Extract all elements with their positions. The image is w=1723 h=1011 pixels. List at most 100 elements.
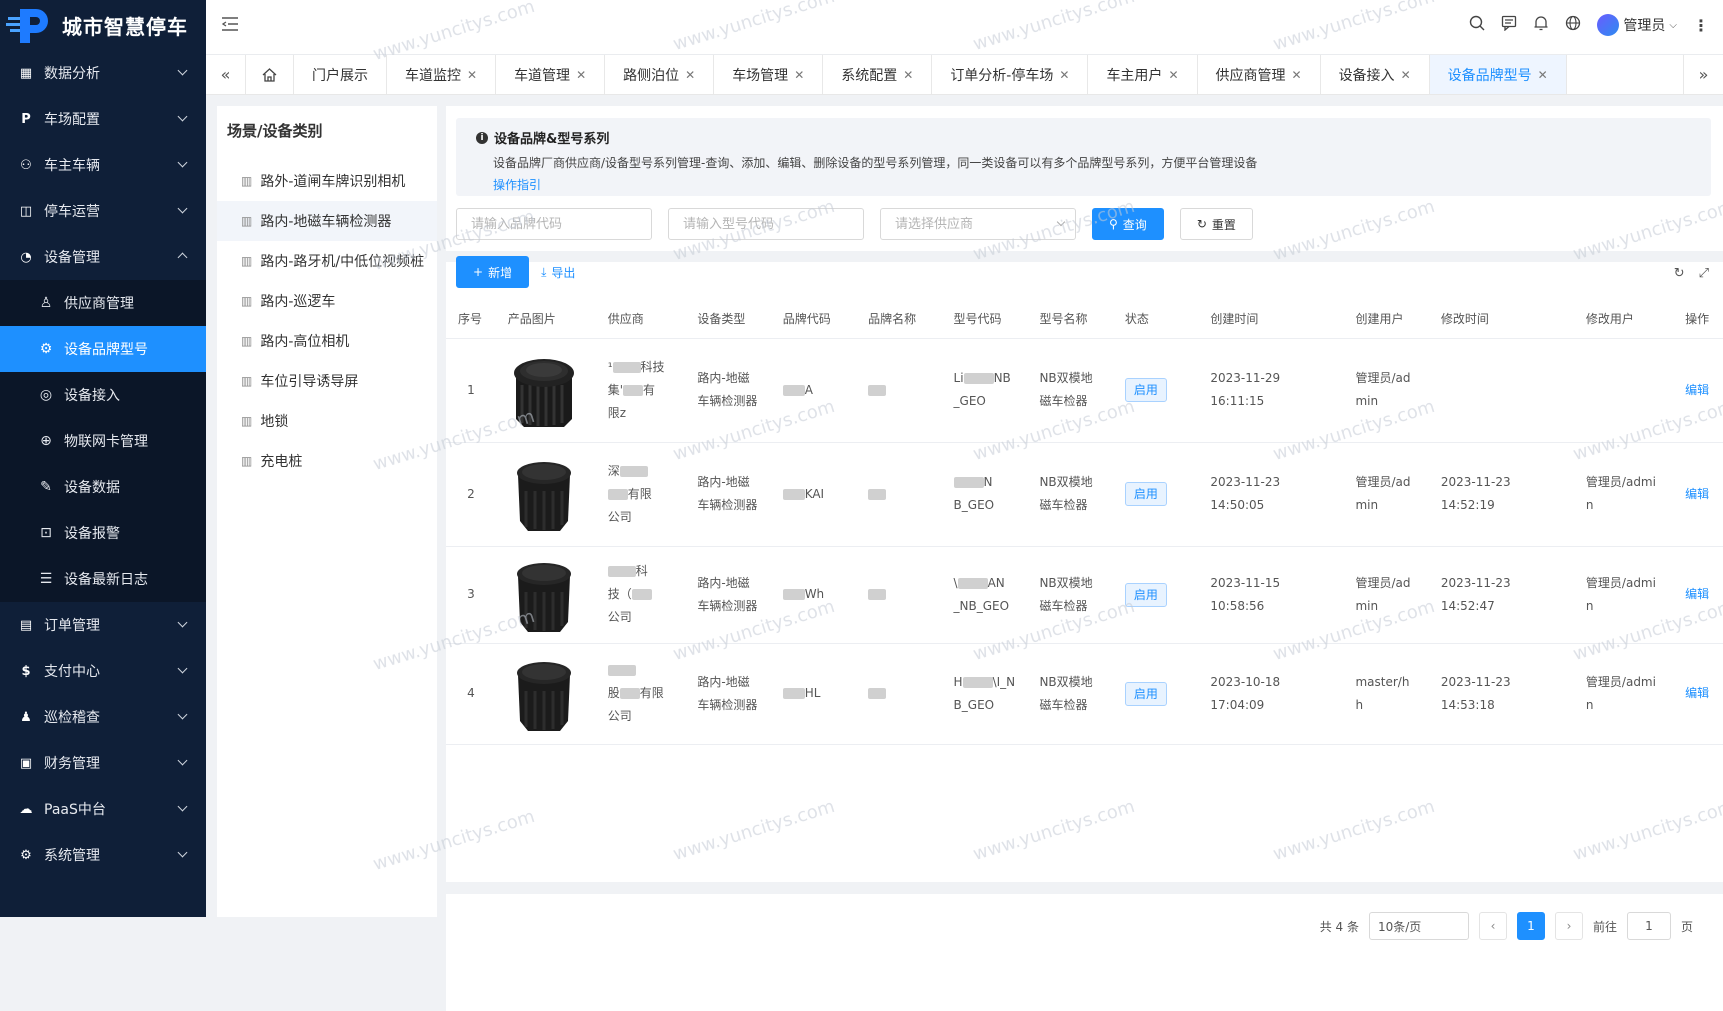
edit-link[interactable]: 编辑: [1685, 686, 1709, 700]
message-icon[interactable]: [1501, 15, 1517, 35]
close-icon[interactable]: ✕: [1059, 68, 1069, 82]
category-item[interactable]: ▥ 路内-巡逻车: [217, 281, 437, 321]
category-item[interactable]: ▥ 路内-地磁车辆检测器: [217, 201, 437, 241]
edit-link[interactable]: 编辑: [1685, 383, 1709, 397]
tab-门户展示[interactable]: 门户展示: [294, 55, 387, 94]
close-icon[interactable]: ✕: [794, 68, 804, 82]
search-icon[interactable]: [1469, 15, 1485, 35]
sidebar-item-PaaS中台[interactable]: ☁ PaaS中台: [0, 786, 206, 832]
tab-车主用户[interactable]: 车主用户 ✕: [1088, 55, 1198, 94]
sidebar-item-设备管理[interactable]: ◔ 设备管理: [0, 234, 206, 280]
globe-icon[interactable]: [1565, 15, 1581, 35]
category-item[interactable]: ▥ 路外-道闸车牌识别相机: [217, 161, 437, 201]
search-icon: ⚲: [1109, 217, 1118, 231]
close-icon[interactable]: ✕: [1292, 68, 1302, 82]
supplier-text: 有: [643, 382, 656, 397]
settings-icon: ⚙: [20, 847, 32, 863]
close-icon[interactable]: ✕: [903, 68, 913, 82]
product-image[interactable]: [508, 347, 580, 433]
tab-车场管理[interactable]: 车场管理 ✕: [714, 55, 824, 94]
user-icon: ♙: [39, 295, 53, 311]
tab-供应商管理[interactable]: 供应商管理 ✕: [1198, 55, 1321, 94]
fullscreen-icon[interactable]: ⤢: [1699, 266, 1709, 281]
prev-page-button[interactable]: ‹: [1478, 912, 1507, 940]
category-item[interactable]: ▥ 路内-路牙机/中低位视频桩: [217, 241, 437, 281]
menu-collapse-icon[interactable]: [221, 17, 238, 35]
next-page-button[interactable]: ›: [1554, 912, 1583, 940]
chevron-down-icon: ⌵: [1669, 19, 1677, 31]
query-button[interactable]: ⚲ 查询: [1092, 208, 1164, 240]
category-item[interactable]: ▥ 车位引导诱导屏: [217, 361, 437, 401]
sidebar-item-车主车辆[interactable]: ⚇ 车主车辆: [0, 142, 206, 188]
category-item[interactable]: ▥ 路内-高位相机: [217, 321, 437, 361]
sidebar-sub-item-供应商管理[interactable]: ♙ 供应商管理: [0, 280, 206, 326]
guide-link[interactable]: 操作指引: [476, 176, 1691, 193]
info-title: 设备品牌&型号系列: [494, 132, 610, 147]
category-panel: 场景/设备类别 ▥ 路外-道闸车牌识别相机 ▥ 路内-地磁车辆检测器 ▥ 路内-路牙机/中…: [217, 106, 437, 917]
product-image[interactable]: [508, 451, 580, 537]
created-time-cell: 2023-10-18 17:04:09: [1198, 643, 1344, 745]
add-button[interactable]: + 新增: [456, 256, 530, 288]
category-item[interactable]: ▥ 地锁: [217, 401, 437, 441]
tabs-scroll-left-icon[interactable]: «: [206, 55, 246, 94]
supplier-select[interactable]: [880, 208, 1076, 240]
goto-page-input[interactable]: 1: [1626, 912, 1671, 940]
close-icon[interactable]: ✕: [685, 68, 695, 82]
supplier-select-input[interactable]: [880, 208, 1076, 240]
tab-设备品牌型号[interactable]: 设备品牌型号 ✕: [1429, 55, 1567, 94]
refresh-icon[interactable]: ↻: [1674, 266, 1685, 281]
sidebar-sub-item-物联网卡管理[interactable]: ⊕ 物联网卡管理: [0, 418, 206, 464]
close-icon[interactable]: ✕: [1401, 68, 1411, 82]
sidebar-item-车场配置[interactable]: P 车场配置: [0, 96, 206, 142]
status-cell: 启用: [1112, 643, 1199, 745]
building-icon: ▥: [241, 254, 253, 268]
sidebar-item-停车运营[interactable]: ◫ 停车运营: [0, 188, 206, 234]
parking-logo-icon: [6, 3, 54, 47]
sidebar-sub-item-设备报警[interactable]: ⊡ 设备报警: [0, 510, 206, 556]
sidebar-sub-item-设备品牌型号[interactable]: ⚙ 设备品牌型号: [0, 326, 206, 372]
close-icon[interactable]: ✕: [1168, 68, 1178, 82]
brand-code-input[interactable]: [456, 208, 652, 240]
product-image[interactable]: [508, 552, 580, 638]
close-icon[interactable]: ✕: [576, 68, 586, 82]
tab-label: 门户展示: [312, 67, 368, 84]
page-size-select[interactable]: 10条/页: [1368, 912, 1469, 940]
sidebar-sub-item-设备接入[interactable]: ◎ 设备接入: [0, 372, 206, 418]
tab-系统配置[interactable]: 系统配置 ✕: [823, 55, 933, 94]
sidebar-item-支付中心[interactable]: $ 支付中心: [0, 648, 206, 694]
tab-车道管理[interactable]: 车道管理 ✕: [496, 55, 606, 94]
sidebar-item-系统管理[interactable]: ⚙ 系统管理: [0, 832, 206, 878]
sidebar-item-订单管理[interactable]: ▤ 订单管理: [0, 602, 206, 648]
brand-code: A: [804, 382, 813, 397]
tab-订单分析-停车场[interactable]: 订单分析-停车场 ✕: [932, 55, 1089, 94]
sidebar-sub-item-设备最新日志[interactable]: ☰ 设备最新日志: [0, 556, 206, 602]
sidebar-item-label: 订单管理: [44, 618, 100, 634]
user-menu[interactable]: 管理员 ⌵: [1597, 14, 1677, 36]
tab-路侧泊位[interactable]: 路侧泊位 ✕: [605, 55, 715, 94]
add-label: 新增: [488, 265, 513, 280]
close-icon[interactable]: ✕: [467, 68, 477, 82]
tab-设备接入[interactable]: 设备接入 ✕: [1321, 55, 1430, 94]
supplier-cell: 股 有限 公司: [595, 643, 686, 745]
bell-icon[interactable]: [1533, 15, 1549, 35]
product-image[interactable]: [508, 651, 580, 737]
app-logo[interactable]: 城市智慧停车: [0, 0, 206, 50]
sidebar-item-巡检稽查[interactable]: ♟ 巡检稽查: [0, 694, 206, 740]
sidebar-item-数据分析[interactable]: ▦ 数据分析: [0, 50, 206, 96]
tabs-scroll-right-icon[interactable]: »: [1683, 55, 1723, 94]
page-number[interactable]: 1: [1516, 912, 1545, 940]
close-icon[interactable]: ✕: [1538, 68, 1548, 82]
export-button[interactable]: ⤓ 导出: [541, 264, 575, 281]
model-code-input[interactable]: [668, 208, 864, 240]
table-row: 3 科技（ 公司 路内-地磁车辆检测器 Wh \ AN _NB_GEO NB双模地磁车检器 启用 2…: [446, 546, 1723, 644]
home-tab-icon[interactable]: [246, 55, 294, 94]
reset-button[interactable]: ↻ 重置: [1179, 208, 1253, 240]
tab-label: 供应商管理: [1215, 67, 1286, 84]
sidebar-sub-item-设备数据[interactable]: ✎ 设备数据: [0, 464, 206, 510]
edit-link[interactable]: 编辑: [1685, 587, 1709, 601]
category-item[interactable]: ▥ 充电桩: [217, 441, 437, 481]
edit-link[interactable]: 编辑: [1685, 487, 1709, 501]
tab-车道监控[interactable]: 车道监控 ✕: [387, 55, 497, 94]
sidebar-item-财务管理[interactable]: ▣ 财务管理: [0, 740, 206, 786]
more-vertical-icon[interactable]: ⋮: [1693, 16, 1709, 35]
